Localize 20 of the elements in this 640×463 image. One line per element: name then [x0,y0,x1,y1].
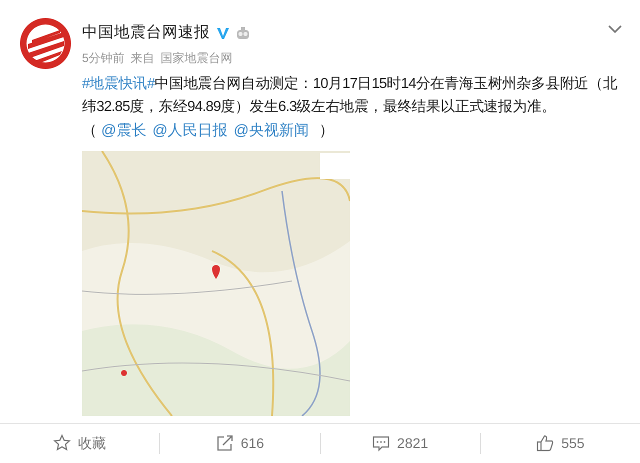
link[interactable]: @震长 [101,122,146,139]
link[interactable]: @央视新闻 [234,122,309,139]
thumbs-up-icon [536,434,554,452]
avatar-logo-icon[interactable] [20,18,71,69]
share-icon [216,434,234,452]
post-text: #地震快讯#中国地震台网自动测定：10月17日15时14分在青海玉树州杂多县附近（北纬32.85度，东经94.89度）发生6.3级左右地震，最终结果以正式速报为准。 [82,74,618,117]
repost-button[interactable]: 616 [216,432,264,454]
source-label: 来自 [130,50,155,67]
star-icon [53,434,72,452]
comment-button[interactable]: 2821 [372,432,428,454]
author-name[interactable]: 中国地震台网速报 [82,21,210,45]
link[interactable]: #地震快讯# [82,76,155,92]
post-time: 5分钟前 [82,50,125,67]
like-button[interactable]: 555 [536,432,585,454]
comment-icon [372,434,390,452]
mentions-text: （ @震长 @人民日报 @央视新闻 ） [82,121,336,141]
source-link[interactable]: 国家地震台网 [160,49,233,67]
favorite-button[interactable]: 收藏 [53,432,106,454]
chevron-down-icon[interactable] [608,24,622,34]
link[interactable]: @人民日报 [152,122,228,139]
